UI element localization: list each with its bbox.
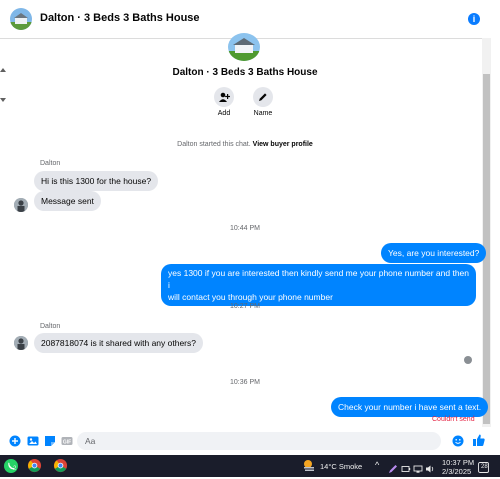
add-label: Add — [217, 110, 231, 117]
chrome-icon — [27, 458, 42, 473]
name-label: Name — [253, 110, 273, 117]
chrome-taskbar-button[interactable] — [27, 458, 42, 478]
whatsapp-taskbar-button[interactable]: 2 — [3, 458, 19, 479]
timestamp: 10:27 PM — [230, 303, 260, 310]
view-buyer-profile-link[interactable]: View buyer profile — [253, 141, 313, 148]
tray-pen-icon[interactable] — [388, 461, 398, 479]
weather-text: 14°C Smoke — [320, 462, 363, 471]
incoming-message[interactable]: Hi is this 1300 for the house? — [34, 171, 159, 191]
gif-icon[interactable]: GIF — [61, 435, 73, 447]
incoming-message[interactable]: 2087818074 is it shared with any others? — [34, 333, 203, 353]
chevron-up-icon[interactable]: ^ — [375, 460, 379, 470]
composer-bar: GIF Aa — [0, 427, 500, 453]
seen-avatar-icon — [464, 356, 472, 364]
outgoing-message[interactable]: yes 1300 if you are interested then kind… — [161, 264, 476, 306]
whatsapp-icon — [4, 459, 18, 473]
sender-name: Dalton — [40, 323, 61, 330]
add-button[interactable]: Add — [204, 87, 244, 117]
sun-haze-icon — [304, 460, 314, 471]
chrome-profile-taskbar-button[interactable] — [53, 458, 68, 478]
emoji-icon[interactable] — [452, 435, 464, 447]
sender-avatar — [14, 198, 28, 212]
plus-icon[interactable] — [9, 435, 21, 447]
timestamp: 10:36 PM — [230, 379, 260, 386]
listing-photo — [228, 33, 260, 61]
info-icon[interactable]: i — [468, 13, 480, 25]
notification-badge: 28 — [481, 464, 488, 470]
thumbs-up-icon[interactable] — [472, 433, 486, 447]
chat-title[interactable]: Dalton · 3 Beds 3 Baths House — [40, 12, 200, 24]
sender-name: Dalton — [40, 160, 61, 167]
weather-widget[interactable] — [302, 458, 316, 477]
chat-avatar[interactable] — [10, 8, 32, 30]
clock-date[interactable]: 2/3/2025 — [442, 467, 471, 476]
chrome-icon — [53, 458, 68, 473]
listing-title: Dalton · 3 Beds 3 Baths House — [172, 67, 318, 78]
pencil-icon — [259, 93, 267, 101]
notification-center-icon[interactable]: 28 — [478, 460, 489, 478]
windows-taskbar: 2 14°C Smoke ^ 10:37 PM 2/3/2025 28 — [0, 455, 500, 477]
network-icon[interactable] — [413, 461, 423, 479]
outgoing-message[interactable]: Yes, are you interested? — [381, 243, 487, 263]
scrollbar[interactable] — [482, 38, 491, 427]
couldnt-send-status[interactable]: Couldn't send — [432, 416, 475, 423]
volume-icon[interactable] — [425, 461, 435, 479]
sticker-icon[interactable] — [44, 435, 56, 447]
name-button[interactable]: Name — [243, 87, 283, 117]
timestamp: 10:44 PM — [230, 225, 260, 232]
svg-text:GIF: GIF — [63, 439, 71, 445]
sender-avatar — [14, 336, 28, 350]
add-person-icon — [218, 92, 230, 102]
clock-time[interactable]: 10:37 PM — [442, 458, 474, 467]
outgoing-message[interactable]: Check your number i have sent a text. — [331, 397, 489, 417]
battery-icon[interactable] — [401, 461, 411, 479]
photo-icon[interactable] — [27, 435, 39, 447]
message-input[interactable]: Aa — [77, 432, 441, 450]
incoming-message[interactable]: Message sent — [34, 191, 101, 211]
chat-started-note: Dalton started this chat. View buyer pro… — [177, 141, 313, 148]
